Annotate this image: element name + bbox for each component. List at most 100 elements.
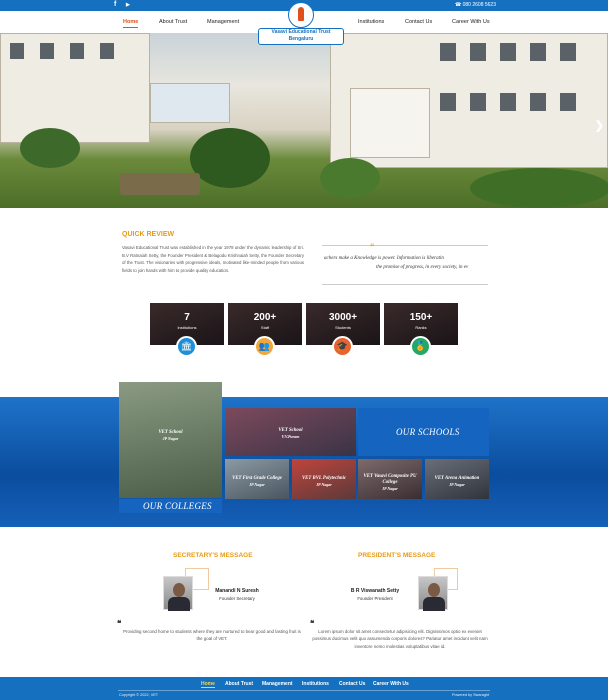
tile-vet-school-vv-puram[interactable]: VET School V.V.Puram xyxy=(225,408,356,456)
flower-bed xyxy=(120,173,200,195)
stat-number: 150+ xyxy=(409,312,433,323)
stat-number: 200+ xyxy=(253,312,277,323)
tile-place: JP Nagar xyxy=(449,482,465,487)
secretary-name: Manandi N Suresh xyxy=(215,588,259,594)
powered-by-text: Powered by Swaraght xyxy=(452,693,490,697)
tile-name: VET School xyxy=(158,430,183,435)
window xyxy=(100,43,114,59)
next-slide-chevron-icon[interactable]: ❯ xyxy=(595,119,604,132)
quote-ticker: “ achers make a Knowledge is power. Info… xyxy=(322,242,488,285)
window xyxy=(530,43,546,61)
footer-divider xyxy=(118,690,490,691)
footer-contact-us[interactable]: Contact Us xyxy=(339,681,365,687)
students-icon: 🎓 xyxy=(332,336,353,357)
institution-icon: 🏛 xyxy=(176,336,197,357)
tile-vet-school-jp-nagar[interactable]: VET School JP Nagar xyxy=(119,382,222,498)
stat-card-students: 3000+ Students 🎓 xyxy=(306,303,380,357)
tile-name: VET BVL Polytechnic xyxy=(301,476,347,481)
stat-card-ranks: 150+ Ranks 🏅 xyxy=(384,303,458,357)
tile-caption: VET Vasavi Composite PU College JP Nagar xyxy=(358,474,422,492)
window xyxy=(470,43,486,61)
president-name: B R Viswanath Setty xyxy=(350,588,400,594)
tile-name: VET Arena Animation xyxy=(434,476,480,481)
window xyxy=(530,93,546,111)
footer-management[interactable]: Management xyxy=(262,681,293,687)
tile-name: VET Vasavi Composite PU College xyxy=(363,474,417,485)
portrait-body xyxy=(423,597,445,611)
stat-card-institutions: 7 Institutions 🏛 xyxy=(150,303,224,357)
portrait-body xyxy=(168,597,190,611)
president-message: Lorem ipsum dolor sit amet consectetur a… xyxy=(312,629,488,649)
president-role: Founder President xyxy=(357,596,393,601)
youtube-icon[interactable]: ▶ xyxy=(126,2,130,8)
footer-career-with-us[interactable]: Career With Us xyxy=(373,681,409,687)
site-footer: Home About Trust Management Institutions… xyxy=(0,677,608,700)
president-photo xyxy=(418,576,448,611)
window xyxy=(70,43,84,59)
copyright-text: Copyright © 2022, VET xyxy=(119,693,159,697)
logo-city: Bengaluru xyxy=(288,36,314,42)
quote-line-1: achers make a Knowledge is power. Inform… xyxy=(324,256,444,261)
window xyxy=(500,93,516,111)
tile-first-grade-college[interactable]: VET First Grade College JP Nagar xyxy=(225,459,289,499)
shrub xyxy=(320,158,380,198)
tile-caption: VET School V.V.Puram xyxy=(225,428,356,440)
stat-label: Institutions xyxy=(177,325,197,330)
tile-caption: VET Arena Animation JP Nagar xyxy=(425,476,489,488)
colleges-caption-tile[interactable]: OUR COLLEGES xyxy=(119,499,222,513)
ranks-icon: 🏅 xyxy=(410,336,431,357)
footer-about-trust[interactable]: About Trust xyxy=(225,681,253,687)
nav-contact-us[interactable]: Contact Us xyxy=(405,19,432,25)
portrait-head xyxy=(428,583,440,597)
quote-mark-icon: “ xyxy=(370,242,375,252)
tile-name: VET School xyxy=(278,428,303,433)
stat-label: Ranks xyxy=(415,325,427,330)
nav-home[interactable]: Home xyxy=(123,19,139,28)
tree xyxy=(190,128,270,188)
window xyxy=(470,93,486,111)
quote-line-2: the promise of progress, in every societ… xyxy=(376,265,469,270)
tile-place: V.V.Puram xyxy=(281,434,300,439)
staff-icon: 👥 xyxy=(254,336,275,357)
tile-bvl-polytechnic[interactable]: VET BVL Polytechnic JP Nagar xyxy=(292,459,356,499)
tile-caption: VET School JP Nagar xyxy=(119,430,222,442)
stat-label: Staff xyxy=(260,325,270,330)
phone-number[interactable]: ☎ 080 2608 5623 xyxy=(455,2,496,8)
quick-review-text: Vasavi Educational Trust was established… xyxy=(122,245,304,273)
tree xyxy=(20,128,80,168)
our-colleges-caption: OUR COLLEGES xyxy=(143,501,212,511)
our-schools-caption: OUR SCHOOLS xyxy=(396,427,460,437)
quick-review-title: QUICK REVIEW xyxy=(122,231,175,238)
stat-card-staff: 200+ Staff 👥 xyxy=(228,303,302,357)
schools-caption-tile[interactable]: OUR SCHOOLS xyxy=(358,408,489,456)
footer-institutions[interactable]: Institutions xyxy=(302,681,329,687)
footer-home[interactable]: Home xyxy=(201,681,215,688)
tile-place: JP Nagar xyxy=(249,482,265,487)
tile-caption: VET BVL Polytechnic JP Nagar xyxy=(292,476,356,488)
facebook-icon[interactable]: f xyxy=(114,1,116,8)
hedge xyxy=(470,168,608,208)
tile-name: VET First Grade College xyxy=(232,476,282,481)
nav-career-with-us[interactable]: Career With Us xyxy=(452,19,490,25)
hero-slider: ❯ xyxy=(0,33,608,208)
secretary-role: Founder Secretary xyxy=(219,596,255,601)
window xyxy=(560,93,576,111)
tile-composite-pu-college[interactable]: VET Vasavi Composite PU College JP Nagar xyxy=(358,459,422,499)
window xyxy=(40,43,54,59)
window xyxy=(440,43,456,61)
stat-number: 7 xyxy=(184,312,190,323)
logo-name: Vasavi Educational Trust xyxy=(271,29,331,35)
window xyxy=(10,43,24,59)
building-portico xyxy=(350,88,430,158)
nav-about-trust[interactable]: About Trust xyxy=(159,19,187,25)
tile-place: JP Nagar xyxy=(162,436,179,441)
secretary-message-title: SECRETARY'S MESSAGE xyxy=(173,552,253,559)
tile-arena-animation[interactable]: VET Arena Animation JP Nagar xyxy=(425,459,489,499)
portrait-head xyxy=(173,583,185,597)
nav-management[interactable]: Management xyxy=(207,19,239,25)
logo-ribbon: Vasavi Educational Trust Bengaluru xyxy=(258,28,344,45)
site-logo[interactable]: Vasavi Educational Trust Bengaluru xyxy=(258,2,344,46)
stat-number: 3000+ xyxy=(328,312,358,323)
tile-place: JP Nagar xyxy=(316,482,332,487)
nav-institutions[interactable]: Institutions xyxy=(358,19,384,25)
